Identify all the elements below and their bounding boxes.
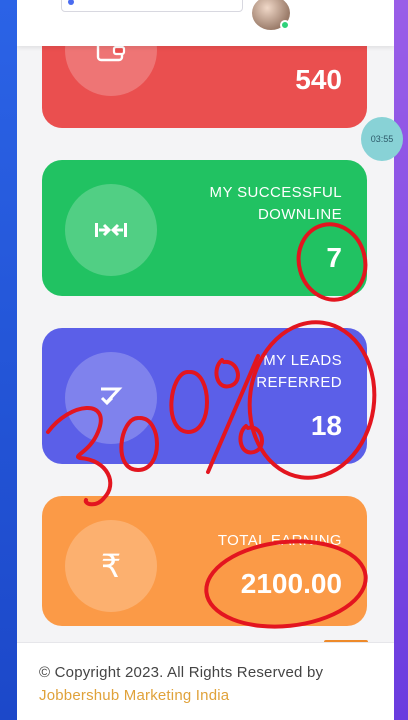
- footer: © Copyright 2023. All Rights Reserved by…: [17, 642, 394, 720]
- avatar[interactable]: [250, 0, 292, 32]
- downline-value: 7: [326, 242, 342, 273]
- wallet-value: 540: [295, 64, 342, 95]
- rupee-glyph: ₹: [100, 547, 122, 585]
- arrows-inward-icon: [65, 184, 157, 276]
- app-screen: 540 MY SUCCESSFUL DOWNLINE 7 MY LEADS RE…: [17, 0, 394, 720]
- leads-card[interactable]: MY LEADS REFERRED 18: [42, 328, 367, 464]
- time-chip: 03:55: [361, 117, 403, 161]
- leads-label-line1: MY LEADS: [263, 352, 342, 369]
- leads-value: 18: [310, 410, 342, 441]
- top-field[interactable]: [61, 0, 243, 12]
- left-frame: [0, 0, 17, 720]
- earning-card[interactable]: ₹ TOTAL EARNING 2100.00: [42, 496, 367, 626]
- field-dot-icon: [68, 0, 74, 5]
- company-link[interactable]: Jobbershub Marketing India: [39, 687, 229, 704]
- online-status-icon: [280, 20, 290, 30]
- right-frame: [394, 0, 408, 720]
- downline-card[interactable]: MY SUCCESSFUL DOWNLINE 7: [42, 160, 367, 296]
- downline-label-line1: MY SUCCESSFUL: [209, 184, 342, 201]
- downline-label: MY SUCCESSFUL DOWNLINE: [210, 182, 342, 226]
- rupee-icon: ₹: [65, 520, 157, 612]
- leads-label: MY LEADS REFERRED: [256, 350, 342, 394]
- downline-label-line2: DOWNLINE: [257, 206, 342, 223]
- earning-label: TOTAL EARNING: [217, 532, 342, 549]
- copyright-text: © Copyright 2023. All Rights Reserved by: [39, 664, 324, 681]
- earning-value: 2100.00: [240, 568, 342, 599]
- top-bar: [17, 0, 394, 46]
- leads-label-line2: REFERRED: [256, 374, 342, 391]
- refer-arrow-icon: [65, 352, 157, 444]
